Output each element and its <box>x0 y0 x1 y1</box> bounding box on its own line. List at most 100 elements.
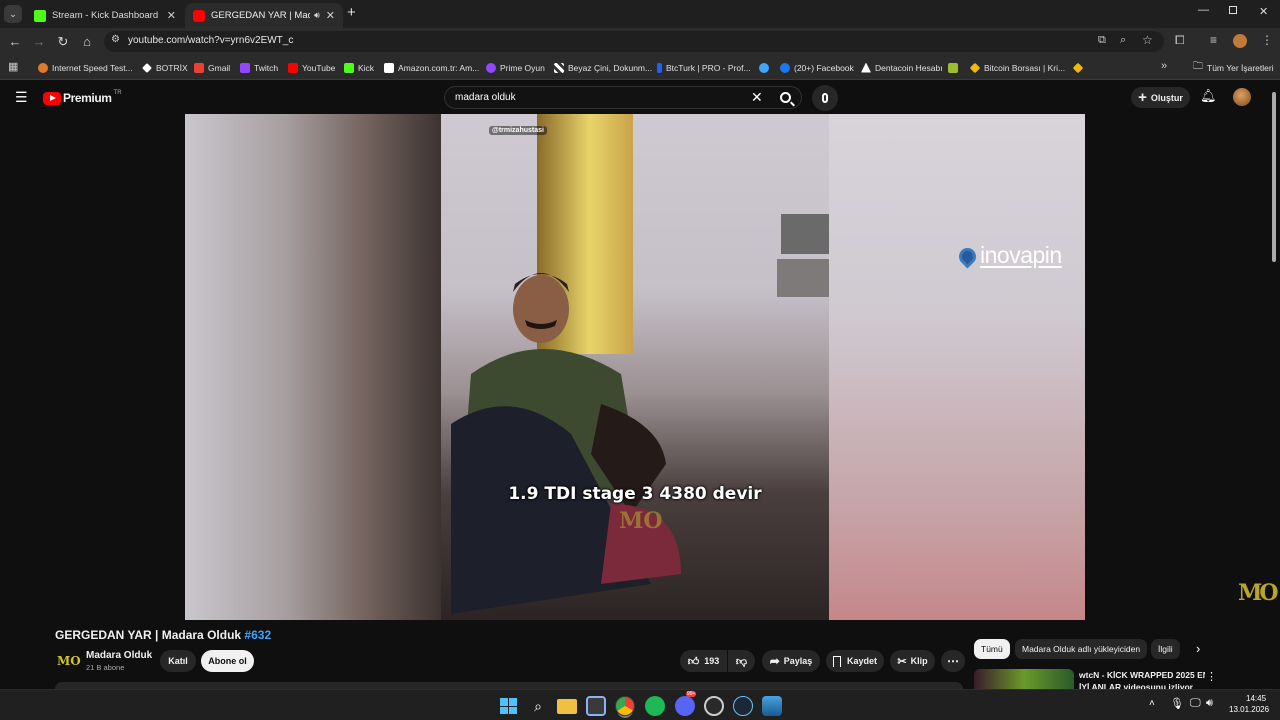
audio-playing-icon[interactable]: 🔊︎ <box>314 10 320 21</box>
site-info-icon[interactable]: ⚙ <box>111 34 120 45</box>
hashtag-link[interactable]: #632 <box>244 628 271 642</box>
apps-grid-icon[interactable]: ▦ <box>8 60 18 73</box>
clock-date[interactable]: 13.01.2026 <box>1229 705 1269 714</box>
bookmark-icon <box>832 655 841 667</box>
search-input[interactable]: madara olduk <box>455 92 516 103</box>
discord-icon[interactable]: 99+ <box>675 691 697 716</box>
bookmark-item[interactable]: Gmail <box>194 60 230 75</box>
install-app-icon[interactable]: ⧉ <box>1098 34 1106 47</box>
like-button[interactable]: 👍︎ 193 <box>680 650 727 672</box>
bookmark-item[interactable]: YouTube <box>288 60 335 75</box>
spotify-icon[interactable] <box>645 696 665 716</box>
page-scrollbar[interactable] <box>1270 84 1278 689</box>
scrollbar-thumb[interactable] <box>1272 92 1276 262</box>
file-explorer-icon[interactable] <box>557 699 577 714</box>
youtube-logo[interactable]: Premium TR <box>43 90 122 106</box>
tab-youtube-video[interactable]: GERGEDAN YAR | Madara O 🔊︎ ✕ <box>185 3 343 28</box>
video-player[interactable]: @trmizahustasi 1.9 TDI stage 3 4380 devi… <box>185 114 1085 620</box>
btcturk-icon <box>657 62 662 73</box>
video-blur-left <box>185 114 441 620</box>
bookmark-item[interactable]: BtcTurk | PRO - Prof... <box>657 60 751 75</box>
bookmark-item[interactable]: Bitcoin Borsası | Kri... <box>969 60 1065 75</box>
chip-related[interactable]: İlgili <box>1151 639 1180 659</box>
all-bookmarks-folder[interactable]: 🗀 Tüm Yer İşaretleri <box>1193 60 1274 75</box>
extensions-icon[interactable]: ⧠ <box>1175 33 1185 48</box>
address-bar[interactable]: ⚙ youtube.com/watch?v=yrn6v2EWT_c ⧉ ⌕ ☆ <box>104 31 1164 52</box>
browser-menu-icon[interactable]: ⋮ <box>1261 33 1273 47</box>
channel-name[interactable]: Madara Olduk <box>86 650 152 661</box>
reload-button[interactable]: ↻ <box>54 33 72 51</box>
clear-search-icon[interactable]: ✕ <box>751 89 763 106</box>
bookmark-item[interactable] <box>1072 60 1087 75</box>
tab-kick-dashboard[interactable]: Stream - Kick Dashboard ✕ <box>26 3 184 28</box>
chrome-icon[interactable] <box>615 696 635 716</box>
bookmark-item[interactable]: Amazon.com.tr: Am... <box>384 60 479 75</box>
hamburger-menu-icon[interactable]: ☰ <box>15 89 28 106</box>
url-text[interactable]: youtube.com/watch?v=yrn6v2EWT_c <box>128 35 293 46</box>
chevron-right-icon[interactable]: › <box>1196 641 1200 656</box>
photos-app-icon[interactable] <box>762 696 782 716</box>
zoom-icon[interactable]: ⌕ <box>1120 34 1126 47</box>
bookmark-item[interactable]: (20+) Facebook <box>780 60 854 75</box>
more-bookmarks-icon[interactable]: » <box>1161 60 1167 72</box>
chip-from-uploader[interactable]: Madara Olduk adlı yükleyiciden <box>1015 639 1148 659</box>
new-tab-button[interactable]: + <box>347 4 356 21</box>
create-label: Oluştur <box>1150 92 1183 103</box>
handle-watermark: @trmizahustasi <box>489 126 547 135</box>
microsoft-store-icon[interactable] <box>586 696 606 716</box>
bookmark-item[interactable]: Kick <box>344 60 374 75</box>
wall-frame-image <box>781 214 829 254</box>
save-button[interactable]: Kaydet <box>826 650 884 672</box>
related-video-thumbnail[interactable] <box>974 669 1074 689</box>
bookmark-item[interactable]: Internet Speed Test... <box>38 60 133 75</box>
restore-window-button[interactable] <box>1229 6 1237 14</box>
search-button[interactable] <box>771 86 799 109</box>
home-button[interactable]: ⌂ <box>78 33 96 51</box>
close-tab-icon[interactable]: ✕ <box>326 9 335 22</box>
bookmark-item[interactable]: Twitch <box>240 60 278 75</box>
description-box-edge[interactable] <box>55 682 963 689</box>
minimize-window-button[interactable]: — <box>1198 4 1209 16</box>
tray-chevron-icon[interactable]: ˄ <box>1149 698 1155 709</box>
related-video-subtitle: İYİ ANLAR videosunu izliyor <box>1079 682 1193 689</box>
chip-all[interactable]: Tümü <box>974 639 1010 659</box>
subscribe-button[interactable]: Abone ol <box>201 650 254 672</box>
profile-avatar[interactable] <box>1233 34 1247 48</box>
bookmark-star-icon[interactable]: ☆ <box>1142 33 1153 47</box>
join-button[interactable]: Katıl <box>160 650 196 672</box>
bookmark-item[interactable]: BOTRİX <box>142 60 188 75</box>
account-avatar[interactable] <box>1233 88 1251 106</box>
windows-start-icon[interactable] <box>498 696 518 716</box>
back-button[interactable]: ← <box>6 33 24 51</box>
bookmark-item[interactable] <box>948 60 962 75</box>
steam-icon[interactable] <box>733 696 753 716</box>
bookmark-item[interactable]: Dentacoin Hesabı <box>861 60 943 75</box>
clip-button[interactable]: ✂ Klip <box>890 650 935 672</box>
bookmark-item[interactable] <box>759 60 773 75</box>
microphone-tray-icon[interactable]: 🎙︎ <box>1170 697 1184 710</box>
tab-title: Stream - Kick Dashboard <box>52 10 159 21</box>
bookmark-item[interactable]: Beyaz Çini, Dokunm... <box>554 60 652 75</box>
discord-notification-badge: 99+ <box>686 691 697 697</box>
close-window-button[interactable]: ✕ <box>1259 5 1268 18</box>
forward-button[interactable]: → <box>30 33 48 51</box>
voice-search-button[interactable] <box>812 85 838 111</box>
more-actions-button[interactable]: ⋯ <box>941 650 965 672</box>
reading-list-icon[interactable]: ≡ <box>1210 33 1217 47</box>
search-bar[interactable]: madara olduk ✕ <box>444 86 802 109</box>
bookmark-item[interactable]: Prime Oyun <box>486 60 545 75</box>
share-button[interactable]: ➦ Paylaş <box>762 650 820 672</box>
create-button[interactable]: + Oluştur <box>1131 87 1190 108</box>
app-icon[interactable] <box>704 696 724 716</box>
dislike-button[interactable]: 👎︎ <box>728 650 755 672</box>
channel-avatar[interactable]: MO <box>57 650 81 672</box>
volume-icon[interactable]: 🔊︎ <box>1206 697 1213 710</box>
related-video-title[interactable]: wtcN - KİCK WRAPPED 2025 EN <box>1079 670 1205 680</box>
tab-search-button[interactable]: ⌄ <box>4 5 22 23</box>
notifications-bell-icon[interactable]: 🔔︎ <box>1200 88 1217 104</box>
clock-time[interactable]: 14:45 <box>1246 694 1266 703</box>
network-icon[interactable]: 🖵︎ <box>1190 697 1201 710</box>
taskbar-search-icon[interactable]: ⌕ <box>528 696 548 716</box>
related-menu-icon[interactable]: ⋮ <box>1206 670 1217 683</box>
close-tab-icon[interactable]: ✕ <box>167 9 176 22</box>
